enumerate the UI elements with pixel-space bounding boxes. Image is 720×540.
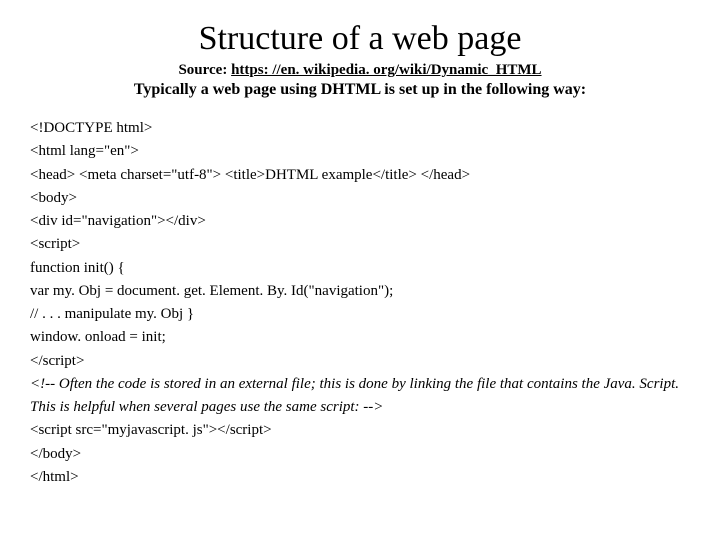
code-line: <head> <meta charset="utf-8"> <title>DHT… [30, 164, 690, 187]
code-line: // . . . manipulate my. Obj } [30, 303, 690, 326]
source-link[interactable]: https: //en. wikipedia. org/wiki/Dynamic… [231, 62, 541, 78]
page-title: Structure of a web page [30, 20, 690, 58]
code-line: function init() { [30, 257, 690, 280]
code-line: </html> [30, 466, 690, 489]
code-comment: <!-- Often the code is stored in an exte… [30, 373, 690, 420]
code-line: </script> [30, 350, 690, 373]
code-line: window. onload = init; [30, 326, 690, 349]
source-line: Source: https: //en. wikipedia. org/wiki… [30, 62, 690, 79]
source-label: Source: [178, 62, 231, 78]
intro-text: Typically a web page using DHTML is set … [30, 81, 690, 99]
code-line: <script src="myjavascript. js"></script> [30, 419, 690, 442]
code-line: <script> [30, 233, 690, 256]
code-line: <body> [30, 187, 690, 210]
code-line: <!DOCTYPE html> [30, 117, 690, 140]
code-line: </body> [30, 443, 690, 466]
code-block: <!DOCTYPE html> <html lang="en"> <head> … [30, 117, 690, 489]
code-line: <div id="navigation"></div> [30, 210, 690, 233]
code-line: var my. Obj = document. get. Element. By… [30, 280, 690, 303]
code-line: <html lang="en"> [30, 140, 690, 163]
